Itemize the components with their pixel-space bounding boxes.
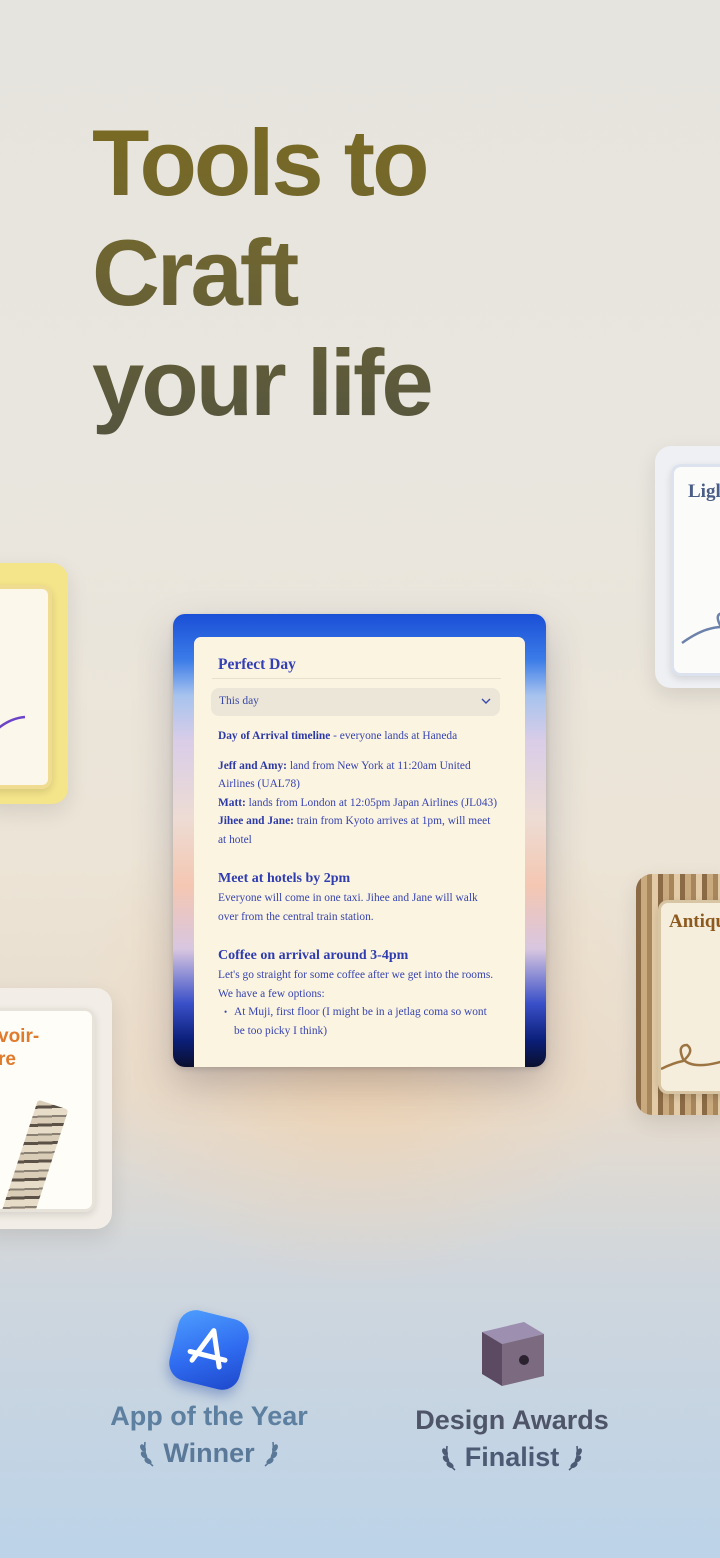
- section-heading-coffee: Coffee on arrival around 3-4pm: [218, 948, 409, 963]
- left-yellow-card-page: [0, 585, 52, 789]
- award-title: Design Awards: [415, 1405, 609, 1435]
- left-yellow-card: [0, 563, 68, 804]
- timeline-line: Day of Arrival timeline - everyone lands…: [218, 727, 500, 746]
- arrival-item: Matt: lands from London at 12:05pm Japan…: [218, 794, 500, 813]
- award-subtitle: Finalist: [464, 1442, 560, 1472]
- day-select-value: This day: [219, 695, 259, 707]
- section-text-hotels: Everyone will come in one taxi. Jihee an…: [218, 892, 478, 923]
- arrival-who: Matt:: [218, 796, 246, 809]
- app-store-icon: [165, 1306, 253, 1394]
- chevron-down-icon: [481, 698, 491, 704]
- coffee-options-list: At Muji, first floor (I might be in a je…: [218, 1003, 500, 1040]
- document-body[interactable]: Day of Arrival timeline - everyone lands…: [218, 727, 500, 1040]
- main-document-card[interactable]: Perfect Day This day Day of Arrival time…: [173, 614, 546, 1067]
- award-app-of-the-year: App of the Year Winner: [96, 1306, 322, 1470]
- right-antique-card-page: Antiqu: [658, 900, 720, 1094]
- squiggle-decoration-icon: [661, 1043, 720, 1071]
- laurel-left-icon: [441, 1445, 456, 1471]
- timeline-rest: - everyone lands at Haneda: [330, 730, 458, 742]
- document-page[interactable]: Perfect Day This day Day of Arrival time…: [194, 637, 525, 1067]
- arrival-who: Jeff and Amy:: [218, 759, 287, 772]
- apple-design-award-cube-icon: [474, 1314, 550, 1390]
- arrival-who: Jihee and Jane:: [218, 815, 294, 827]
- arrival-text: lands from London at 12:05pm Japan Airli…: [245, 796, 498, 809]
- list-item: At Muji, first floor (I might be in a je…: [224, 1003, 500, 1040]
- left-white-card-page: voir- re: [0, 1008, 95, 1212]
- page-headline: Tools to Craft your life: [92, 108, 431, 438]
- day-select[interactable]: This day: [211, 688, 500, 716]
- right-light-card: Ligl: [655, 446, 720, 688]
- right-antique-card: Antiqu: [636, 874, 720, 1115]
- section-heading-hotels: Meet at hotels by 2pm: [218, 871, 351, 886]
- laurel-left-icon: [140, 1441, 154, 1467]
- left-white-card: voir- re: [0, 988, 112, 1229]
- section-text-coffee: Let's go straight for some coffee after …: [218, 969, 494, 1000]
- laurel-right-icon: [568, 1445, 583, 1471]
- headline-line-3: your life: [92, 330, 431, 435]
- award-title: App of the Year: [110, 1401, 308, 1431]
- laurel-right-icon: [264, 1441, 278, 1467]
- award-subtitle-row: Finalist: [400, 1440, 624, 1474]
- award-subtitle-row: Winner: [96, 1436, 322, 1470]
- arrival-item: Jihee and Jane: train from Kyoto arrives…: [218, 812, 500, 849]
- award-subtitle: Winner: [163, 1438, 255, 1468]
- loop-decoration-icon: [681, 612, 720, 645]
- left-white-card-title: voir- re: [0, 1026, 40, 1070]
- title-divider: [212, 678, 501, 679]
- award-design-awards: Design Awards Finalist: [400, 1314, 624, 1474]
- patterned-strip-image: [0, 1099, 69, 1209]
- headline-line-1: Tools to: [92, 110, 427, 215]
- right-light-card-page: Ligl: [671, 464, 720, 676]
- headline-line-2: Craft: [92, 220, 297, 325]
- curve-decoration-icon: [0, 715, 26, 729]
- timeline-heading: Day of Arrival timeline: [218, 730, 331, 742]
- arrival-item: Jeff and Amy: land from New York at 11:2…: [218, 757, 500, 794]
- document-title: Perfect Day: [218, 656, 296, 673]
